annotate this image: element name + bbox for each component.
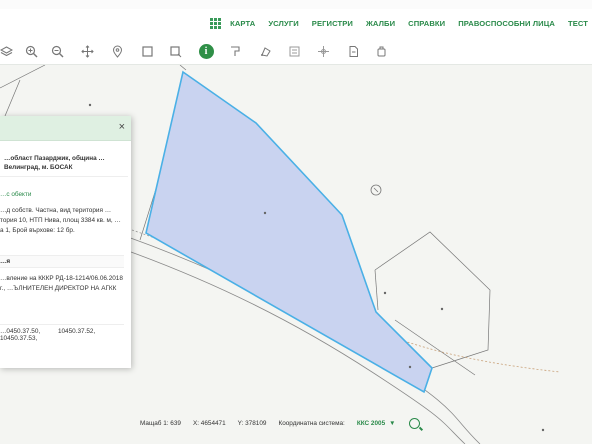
map-status-bar: Мащаб 1: 639 X: 4654471 Y: 378109 Коорди…	[140, 416, 421, 430]
measure-area-icon[interactable]	[256, 42, 274, 60]
neighbor-parcel-id[interactable]: …0450.37.50,	[0, 328, 40, 335]
nav-item-test[interactable]: ТЕСТ	[568, 19, 588, 28]
chevron-down-icon[interactable]: ▼	[389, 420, 395, 427]
zoom-out-icon[interactable]	[48, 42, 66, 60]
main-menu: КАРТА УСЛУГИ РЕГИСТРИ ЖАЛБИ СПРАВКИ ПРАВ…	[210, 18, 588, 29]
nav-item-reports[interactable]: СПРАВКИ	[408, 19, 445, 28]
neighbor-parcel-id[interactable]: 10450.37.53,	[0, 335, 37, 342]
crs-label: Координатна система:	[278, 419, 345, 427]
parcel-order-text: …вление на КККР РД-18-1214/06.06.2018 г.…	[0, 275, 123, 292]
pan-icon[interactable]	[78, 42, 96, 60]
close-icon[interactable]: ×	[119, 122, 125, 133]
nav-item-map[interactable]: КАРТА	[230, 19, 255, 28]
measure-length-icon[interactable]	[226, 42, 244, 60]
section-heading: …я	[0, 255, 124, 268]
layers-icon[interactable]	[0, 42, 15, 60]
panel-header: ×	[0, 116, 131, 141]
info-icon[interactable]: i	[197, 42, 215, 60]
parcel-info-panel: × …област Пазарджик, община …Велинград, …	[0, 116, 131, 368]
select-rect-icon[interactable]	[138, 42, 156, 60]
settings-icon[interactable]	[372, 42, 390, 60]
nav-item-licensed-persons[interactable]: ПРАВОСПОСОБНИ ЛИЦА	[458, 19, 555, 28]
nav-item-registers[interactable]: РЕГИСТРИ	[312, 19, 353, 28]
nav-item-services[interactable]: УСЛУГИ	[268, 19, 298, 28]
apps-grid-icon[interactable]	[210, 18, 222, 29]
location-pin-icon[interactable]	[108, 42, 126, 60]
selected-parcel[interactable]	[145, 70, 433, 394]
parcel-description: …д собств. Частна, вид територия …тория …	[0, 207, 121, 234]
top-strip	[0, 0, 592, 9]
search-icon[interactable]	[409, 417, 421, 429]
parcel-address: …област Пазарджик, община …Велинград, м.…	[0, 154, 128, 177]
neighbor-parcel-id[interactable]: 10450.37.52,	[58, 328, 95, 335]
nav-item-complaints[interactable]: ЖАЛБИ	[366, 19, 395, 28]
print-icon[interactable]	[285, 42, 303, 60]
zoom-in-icon[interactable]	[22, 42, 40, 60]
scale-readout: Мащаб 1: 639	[140, 419, 181, 427]
map-toolbar: i	[0, 38, 592, 65]
y-coordinate: Y: 378109	[237, 419, 267, 427]
neighbor-parcels: …0450.37.50, 10450.37.52, 10450.37.53,	[0, 324, 124, 342]
x-coordinate: X: 4654471	[192, 419, 226, 427]
objects-link[interactable]: …с обекти	[0, 191, 31, 198]
top-navigation-bar: КАРТА УСЛУГИ РЕГИСТРИ ЖАЛБИ СПРАВКИ ПРАВ…	[0, 0, 592, 39]
document-icon[interactable]	[344, 42, 362, 60]
select-area-icon[interactable]	[166, 42, 184, 60]
export-icon[interactable]	[314, 42, 332, 60]
crs-select[interactable]: ККС 2005	[357, 420, 385, 427]
